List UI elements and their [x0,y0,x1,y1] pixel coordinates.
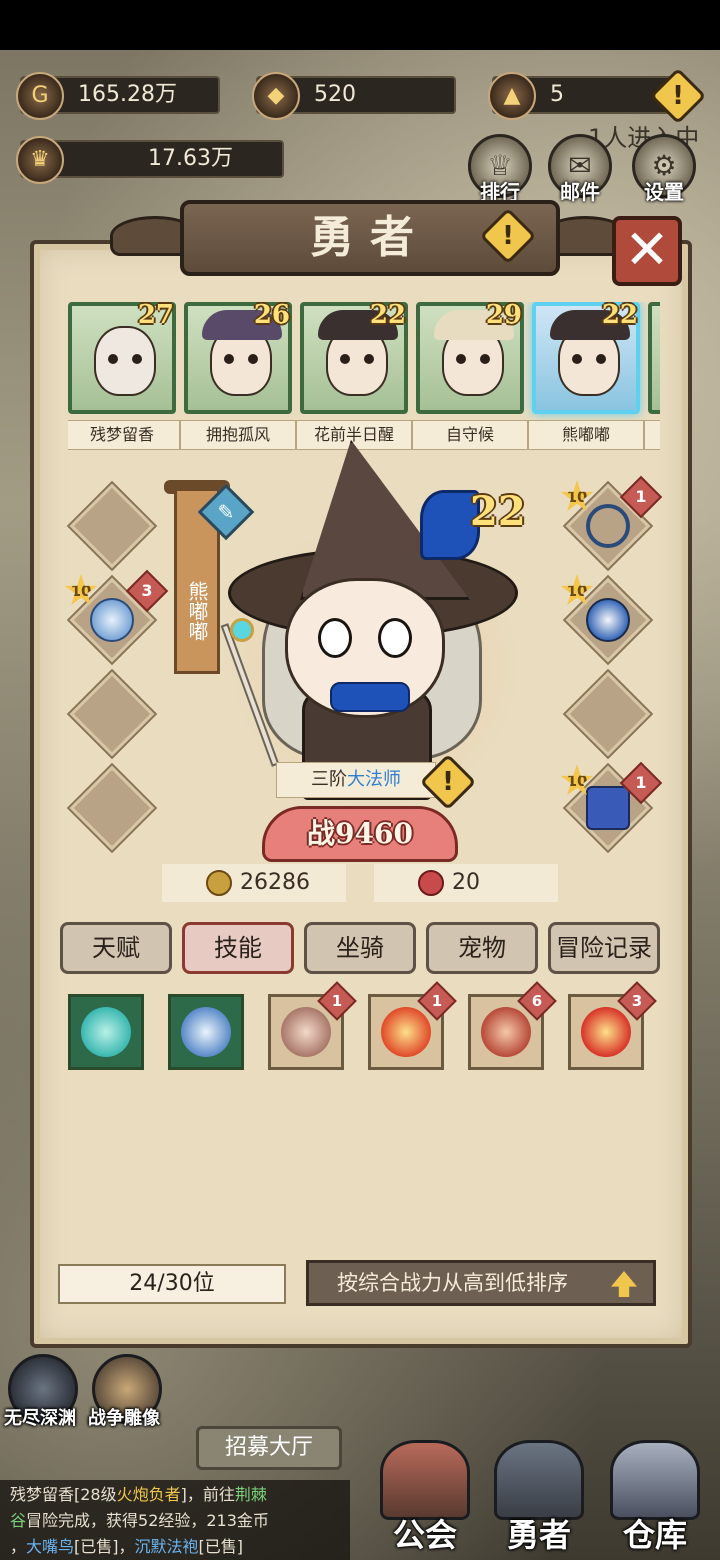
character-collar [330,682,410,712]
hero-name: 拥抱孤风 [180,420,296,450]
hero-level: 26 [253,302,290,330]
skill-shield[interactable]: 1 [268,981,357,1070]
hero-count: 24/30位 [58,1264,286,1304]
meteor-skill-icon [481,1007,531,1057]
sort-button[interactable]: 按综合战力从高到低排序 [306,1260,656,1306]
total-power-counter: ♛ 17.63万 [16,136,284,184]
hero-card[interactable]: 22 花前半日醒 [296,302,412,452]
crest-icon: ♛ [16,136,64,184]
tab-pet[interactable]: 宠物 [426,922,538,974]
hero-card[interactable]: 26 拥抱孤风 [180,302,296,452]
mail-button[interactable]: ✉ 邮件 [548,134,612,204]
gem-cost: 20 [374,864,558,902]
status-bar [0,0,720,50]
recruit-hall-button[interactable]: 招募大厅 [196,1426,342,1470]
hero-portrait [648,302,660,414]
robe-item-icon [90,598,134,642]
gold-amount: 165.28万 [78,82,177,107]
hero-level: 29 [485,302,522,330]
skill-water[interactable] [68,994,144,1070]
gem-counter: ◆ 520 [252,72,456,120]
skill-ice[interactable] [168,994,244,1070]
close-button[interactable]: ✕ [612,216,682,286]
hero-level: 22 [601,302,638,330]
guild-castle-icon [380,1440,470,1520]
orb-item-icon [586,598,630,642]
hero-card[interactable]: 27 残梦留香 [68,302,180,452]
total-power-value: 17.63万 [148,146,233,171]
character-level: 22 [470,488,526,535]
rank-tier: 三阶 [311,769,347,790]
gold-coin-icon [206,870,232,896]
hero-name: 自守候 [412,420,528,450]
hero-level: 27 [137,302,174,330]
trophy-icon: ♕ [487,149,513,182]
gold-counter: G 165.28万 [16,72,220,120]
gem-icon: ◆ [252,72,300,120]
nav-hero[interactable]: 勇者 [484,1440,594,1560]
tab-talent[interactable]: 天赋 [60,922,172,974]
tab-mount[interactable]: 坐骑 [304,922,416,974]
gold-cost: 26286 [162,864,346,902]
mail-icon: ✉ [568,149,592,182]
skill-meteor[interactable]: 6 [468,981,557,1070]
hero-name: 残梦留香 [68,420,180,450]
staff-orb [230,618,254,642]
hero-card-selected[interactable]: 22 熊嘟嘟 [528,302,644,452]
close-icon: ✕ [624,218,670,281]
crystal-counter: ▲ 5 [488,72,672,120]
water-skill-icon [81,1007,131,1057]
hero-helmet-icon [494,1440,584,1520]
hero-card[interactable]: 29 自守候 [412,302,528,452]
nav-storage[interactable]: 仓库 [600,1440,710,1560]
gold-coin-icon: G [16,72,64,120]
gear-icon: ⚙ [651,149,677,182]
power-label: 战 [307,817,336,850]
character-eye [378,618,412,658]
tab-skill[interactable]: 技能 [182,922,294,974]
crystal-icon: ▲ [488,72,536,120]
settings-button[interactable]: ⚙ 设置 [632,134,696,204]
fire-skill-icon [381,1007,431,1057]
skill-fire[interactable]: 1 [368,981,457,1070]
nav-guild[interactable]: 公会 [370,1440,480,1560]
sort-label: 按综合战力从高到低排序 [337,1271,568,1295]
ice-skill-icon [181,1007,231,1057]
adventure-log: 残梦留香[28级火炮负者]，前往荆棘 谷冒险完成，获得52经验，213金币 ，大… [0,1480,350,1560]
gem-icon [418,870,444,896]
rank-button[interactable]: ♕ 排行 [468,134,532,204]
hero-card[interactable]: 画 [644,302,660,452]
hero-name: 画 [644,420,660,450]
shield-skill-icon [281,1007,331,1057]
tab-adventure-log[interactable]: 冒险记录 [548,922,660,974]
fireball-skill-icon [581,1007,631,1057]
power-value: 9460 [335,817,413,850]
war-statue-label: 战争雕像 [88,1408,160,1429]
hero-name: 熊嘟嘟 [528,420,644,450]
combat-power: 战9460 [262,806,458,862]
rank-class: 大法师 [347,769,401,790]
rank-plate: 三阶大法师 [276,762,436,798]
gem-amount: 520 [314,82,356,107]
character-eye [318,618,352,658]
belt-item-icon [586,786,630,830]
abyss-label: 无尽深渊 [4,1408,76,1429]
arrow-up-icon [611,1271,637,1297]
hero-level: 22 [369,302,406,330]
necklace-item-icon [586,504,630,548]
crystal-amount: 5 [550,82,564,107]
storage-tent-icon [610,1440,700,1520]
skill-fireball[interactable]: 3 [568,981,657,1070]
hero-list[interactable]: 27 残梦留香 26 拥抱孤风 22 花前半日醒 29 自守候 22 熊嘟嘟 [68,302,660,452]
